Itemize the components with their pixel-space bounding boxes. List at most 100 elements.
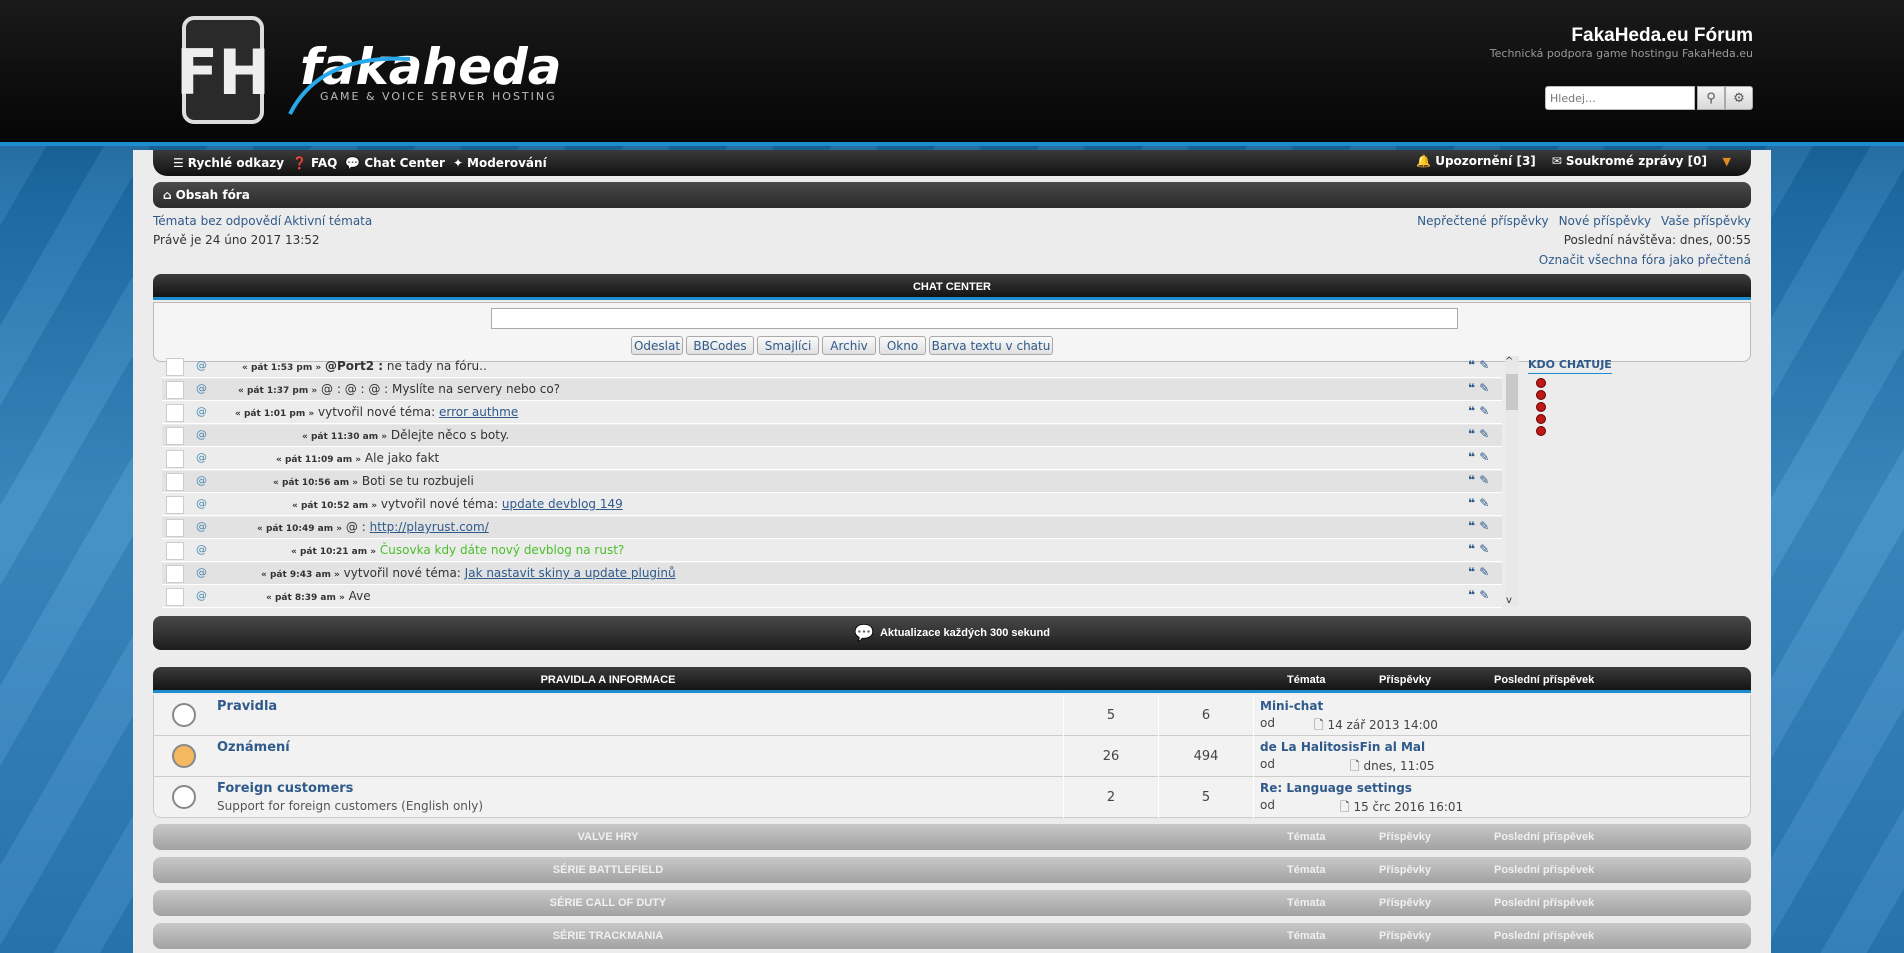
user-avatar[interactable] [166,404,184,422]
mention-button[interactable]: @ [196,428,207,441]
search-icon: ⚲ [1706,90,1716,106]
last-post-link[interactable]: Re: Language settings [1260,781,1412,795]
user-avatar[interactable] [166,381,184,399]
forum-title-link[interactable]: Foreign customers [217,781,353,796]
breadcrumb: ⌂ Obsah fóra [153,182,1751,208]
category-header-collapsed[interactable]: SÉRIE CALL OF DUTY Témata Příspěvky Posl… [153,890,1751,916]
quote-icon[interactable]: ❝ [1468,450,1479,464]
bbcodes-button[interactable]: BBCodes [686,336,754,355]
quote-icon[interactable]: ❝ [1468,404,1479,418]
site-logo[interactable]: FH fakaheda GAME & VOICE SERVER HOSTING [180,14,620,130]
mention-button[interactable]: @ [196,451,207,464]
quote-icon[interactable]: ❝ [1468,358,1479,372]
edit-icon[interactable]: ✎ [1479,565,1489,579]
last-post-link[interactable]: de La HalitosisFin al Mal [1260,740,1425,754]
view-post-icon[interactable]: 🗋 [1314,718,1327,732]
edit-icon[interactable]: ✎ [1479,358,1489,372]
search-button[interactable]: ⚲ [1697,86,1725,110]
category-title[interactable]: VALVE HRY [153,831,1063,843]
mention-button[interactable]: @ [196,566,207,579]
new-posts-link[interactable]: Nové příspěvky [1559,214,1651,228]
chat-message-link[interactable]: update devblog 149 [502,497,623,511]
quote-icon[interactable]: ❝ [1468,542,1479,556]
quote-icon[interactable]: ❝ [1468,381,1479,395]
edit-icon[interactable]: ✎ [1479,427,1489,441]
user-avatar[interactable] [166,542,184,560]
notifications-link[interactable]: 🔔 Upozornění [3] [1416,154,1536,168]
quote-icon[interactable]: ❝ [1468,473,1479,487]
window-button[interactable]: Okno [879,336,926,355]
quote-icon[interactable]: ❝ [1468,496,1479,510]
faq-link[interactable]: ❓ FAQ [292,156,337,170]
quote-icon[interactable]: ❝ [1468,588,1479,602]
logo-tagline: GAME & VOICE SERVER HOSTING [320,90,557,103]
user-avatar[interactable] [166,427,184,445]
mention-button[interactable]: @ [196,543,207,556]
mention-button[interactable]: @ [196,359,207,372]
edit-icon[interactable]: ✎ [1479,473,1489,487]
chat-message-link[interactable]: Jak nastavit skiny a update pluginů [465,566,676,580]
chat-center-link[interactable]: 💬 Chat Center [345,156,445,170]
unread-posts-link[interactable]: Nepřečtené příspěvky [1417,214,1548,228]
chat-scrollbar[interactable]: ^ v [1505,356,1519,606]
category-title[interactable]: SÉRIE BATTLEFIELD [153,864,1063,876]
breadcrumb-index-link[interactable]: Obsah fóra [176,188,250,202]
chat-message-link[interactable]: http://playrust.com/ [370,520,489,534]
mention-button[interactable]: @ [196,474,207,487]
user-avatar[interactable] [166,588,184,606]
mention-button[interactable]: @ [196,520,207,533]
category-header-collapsed[interactable]: VALVE HRY Témata Příspěvky Poslední přís… [153,824,1751,850]
chat-message-time: « pát 9:43 am » [261,570,340,580]
edit-icon[interactable]: ✎ [1479,542,1489,556]
mention-button[interactable]: @ [196,589,207,602]
chat-message-time: « pát 8:39 am » [266,593,345,603]
quote-icon[interactable]: ❝ [1468,565,1479,579]
edit-icon[interactable]: ✎ [1479,496,1489,510]
quick-links-menu[interactable]: ☰ Rychlé odkazy [173,156,284,170]
quote-icon[interactable]: ❝ [1468,427,1479,441]
mention-button[interactable]: @ [196,497,207,510]
private-messages-link[interactable]: ✉ Soukromé zprávy [0] [1552,154,1707,168]
search-input[interactable] [1545,86,1695,110]
scroll-down-icon[interactable]: v [1506,595,1512,606]
user-avatar[interactable] [166,358,184,376]
category-title[interactable]: PRAVIDLA A INFORMACE [153,674,1063,686]
user-avatar[interactable] [166,565,184,583]
category-header-collapsed[interactable]: SÉRIE BATTLEFIELD Témata Příspěvky Posle… [153,857,1751,883]
forum-title-link[interactable]: Pravidla [217,699,277,714]
user-menu-arrow-icon[interactable]: ▼ [1723,155,1731,168]
edit-icon[interactable]: ✎ [1479,381,1489,395]
smilies-button[interactable]: Smajlíci [757,336,819,355]
last-post-link[interactable]: Mini-chat [1260,699,1323,713]
edit-icon[interactable]: ✎ [1479,404,1489,418]
user-avatar[interactable] [166,473,184,491]
scroll-up-icon[interactable]: ^ [1505,356,1513,367]
user-avatar[interactable] [166,450,184,468]
chat-message-link[interactable]: error authme [439,405,518,419]
mark-all-read-link[interactable]: Označit všechna fóra jako přečtená [1539,253,1751,267]
user-avatar[interactable] [166,519,184,537]
user-avatar[interactable] [166,496,184,514]
mention-button[interactable]: @ [196,405,207,418]
text-color-button[interactable]: Barva textu v chatu [929,336,1053,355]
edit-icon[interactable]: ✎ [1479,519,1489,533]
your-posts-link[interactable]: Vaše příspěvky [1661,214,1751,228]
chat-message-input[interactable] [491,308,1458,329]
edit-icon[interactable]: ✎ [1479,588,1489,602]
quote-icon[interactable]: ❝ [1468,519,1479,533]
unanswered-topics-link[interactable]: Témata bez odpovědí [153,214,281,228]
forum-title-link[interactable]: Oznámení [217,740,290,755]
moderation-link[interactable]: ✦ Moderování [453,156,547,170]
category-title[interactable]: SÉRIE TRACKMANIA [153,930,1063,942]
view-post-icon[interactable]: 🗋 [1340,800,1353,814]
scrollbar-thumb[interactable] [1506,374,1518,410]
send-button[interactable]: Odeslat [631,336,683,355]
advanced-search-button[interactable]: ⚙ [1725,86,1753,110]
category-header-collapsed[interactable]: SÉRIE TRACKMANIA Témata Příspěvky Posled… [153,923,1751,949]
category-title[interactable]: SÉRIE CALL OF DUTY [153,897,1063,909]
view-post-icon[interactable]: 🗋 [1350,759,1363,773]
active-topics-link[interactable]: Aktivní témata [284,214,372,228]
mention-button[interactable]: @ [196,382,207,395]
archive-button[interactable]: Archiv [822,336,876,355]
edit-icon[interactable]: ✎ [1479,450,1489,464]
